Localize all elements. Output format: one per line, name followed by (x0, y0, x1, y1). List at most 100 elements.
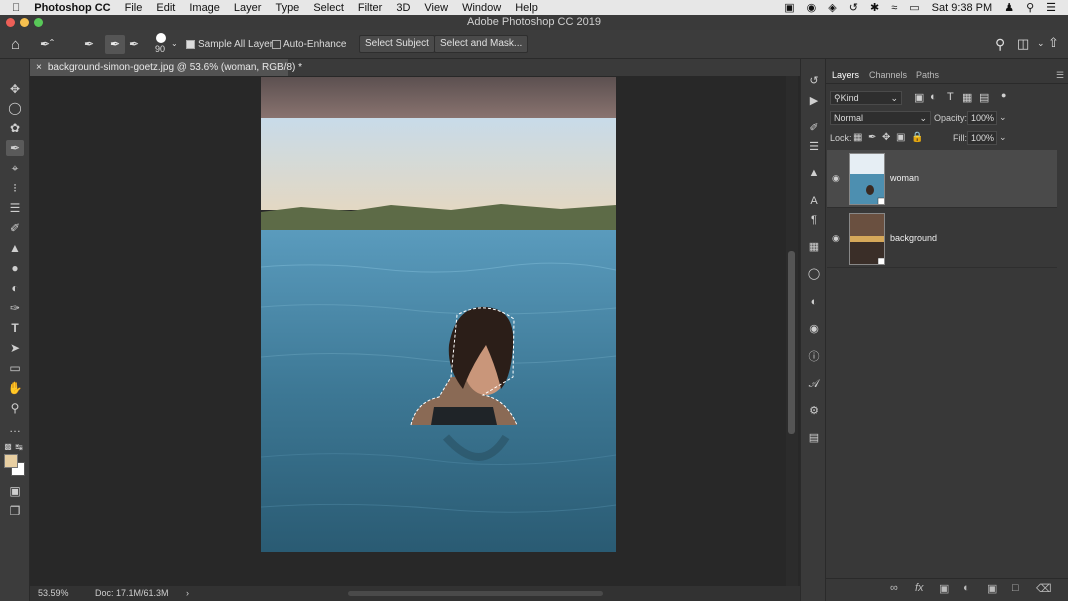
panel-menu-icon[interactable]: ☰ (1056, 70, 1064, 81)
workspace-icon[interactable]: ◫ (1017, 36, 1029, 52)
screen-mode-icon[interactable]: ❐ (6, 503, 24, 519)
tool-preset-icon[interactable]: ✒ˆ (40, 37, 54, 51)
home-icon[interactable]: ⌂ (11, 36, 20, 53)
share-icon[interactable]: ⇧ (1048, 35, 1059, 51)
zoom-window-icon[interactable] (34, 18, 43, 27)
spotlight-icon[interactable]: ⚲ (1026, 1, 1034, 14)
pen-icon[interactable]: ✑ (6, 300, 24, 316)
info-icon[interactable]: ⓘ (807, 350, 821, 364)
add-to-selection-icon[interactable]: ✒ (105, 35, 125, 54)
character-icon[interactable]: A (807, 194, 821, 208)
opacity-input[interactable]: 100% (967, 111, 997, 125)
brush-icon[interactable]: ✐ (6, 220, 24, 236)
menu-help[interactable]: Help (508, 2, 545, 14)
layer-style-icon[interactable]: fx (915, 582, 924, 594)
3d-icon[interactable]: ⚙ (807, 404, 821, 418)
swap-colors-icon[interactable]: ↹ (14, 439, 24, 455)
brushes-icon[interactable]: ✐ (807, 121, 821, 135)
select-and-mask-button[interactable]: Select and Mask... (434, 35, 529, 53)
stamp-icon[interactable]: ▲ (6, 240, 24, 256)
quick-mask-icon[interactable]: ▣ (6, 483, 24, 499)
dodge-icon[interactable]: ◐ (6, 280, 24, 296)
menu-type[interactable]: Type (268, 2, 306, 14)
auto-enhance-label[interactable]: Auto-Enhance (283, 39, 346, 50)
menu-3d[interactable]: 3D (389, 2, 417, 14)
menu-window[interactable]: Window (455, 2, 508, 14)
menu-view[interactable]: View (417, 2, 455, 14)
apple-menu-icon[interactable]:  (0, 2, 27, 14)
adjustments-icon[interactable]: ◐ (807, 295, 821, 309)
quick-selection-icon[interactable]: ✒ (6, 140, 24, 156)
menu-filter[interactable]: Filter (351, 2, 389, 14)
clock[interactable]: Sat 9:38 PM (932, 2, 993, 14)
layer-filter-kind[interactable]: ⚲Kind ⌄ (830, 91, 902, 105)
new-selection-icon[interactable]: ✒ (84, 37, 94, 51)
lock-transparent-icon[interactable]: ▦ (853, 132, 862, 143)
pixel-filter-icon[interactable]: ▣ (914, 91, 924, 104)
table-icon[interactable]: ▦ (807, 240, 821, 254)
close-tab-icon[interactable]: × (36, 62, 42, 73)
hand-icon[interactable]: ✋ (6, 380, 24, 396)
horizontal-scrollbar-thumb[interactable] (348, 591, 603, 596)
type-filter-icon[interactable]: T (947, 91, 954, 103)
properties-icon[interactable]: ▤ (807, 431, 821, 445)
menu-edit[interactable]: Edit (149, 2, 182, 14)
crop-icon[interactable]: ⌖ (6, 160, 24, 176)
menu-layer[interactable]: Layer (227, 2, 269, 14)
brush-size[interactable]: 90 (155, 44, 165, 54)
workspace-dropdown-icon[interactable]: ⌄ (1037, 38, 1045, 49)
delete-layer-icon[interactable]: ⌫ (1036, 582, 1052, 595)
fill-dropdown-icon[interactable]: ⌄ (999, 132, 1007, 143)
lock-artboard-icon[interactable]: ▣ (896, 132, 905, 143)
lock-image-icon[interactable]: ✒ (868, 132, 876, 143)
lock-position-icon[interactable]: ✥ (882, 132, 890, 143)
brush-settings-icon[interactable]: ☰ (807, 140, 821, 154)
creative-cloud-icon[interactable]: ◉ (807, 1, 817, 14)
default-colors-icon[interactable]: ▩ (3, 439, 13, 455)
subtract-from-selection-icon[interactable]: ✒ (129, 37, 139, 51)
glyphs-icon[interactable]: 𝒜 (807, 377, 821, 391)
layer-row-woman[interactable]: ◉ woman (827, 150, 1057, 208)
eyedropper-icon[interactable]: ⁝ (6, 180, 24, 196)
search-icon[interactable]: ⚲ (995, 36, 1005, 53)
close-window-icon[interactable] (6, 18, 15, 27)
document-image[interactable] (261, 77, 616, 552)
tab-paths[interactable]: Paths (916, 70, 939, 80)
layer-name[interactable]: woman (890, 173, 919, 183)
sample-all-layers-label[interactable]: Sample All Layers (198, 39, 278, 50)
zoom-level[interactable]: 53.59% (38, 586, 69, 601)
screen-record-icon[interactable]: ▣ (784, 1, 794, 14)
visibility-eye-icon[interactable]: ◉ (832, 173, 840, 184)
smart-object-filter-icon[interactable]: ▤ (979, 91, 989, 104)
wifi-icon[interactable]: ≈ (891, 2, 897, 14)
bluetooth-icon[interactable]: ✱ (870, 1, 879, 14)
new-group-icon[interactable]: ▣ (987, 582, 997, 595)
notification-center-icon[interactable]: ☰ (1046, 1, 1056, 14)
brush-dropdown-icon[interactable]: ⌄ (171, 39, 178, 48)
more-icon[interactable]: … (6, 420, 24, 436)
foreground-color-swatch[interactable] (4, 454, 18, 468)
new-adjustment-layer-icon[interactable]: ◐ (963, 582, 970, 594)
paragraph-icon[interactable]: ¶ (807, 213, 821, 227)
lock-all-icon[interactable]: 🔒 (911, 132, 923, 143)
lasso-icon[interactable]: ✿ (6, 120, 24, 136)
link-layers-icon[interactable]: ∞ (890, 582, 898, 594)
filter-toggle-icon[interactable]: ● (1001, 90, 1006, 100)
new-layer-icon[interactable]: □ (1012, 582, 1019, 594)
shape-filter-icon[interactable]: ▦ (962, 91, 972, 104)
adjustment-filter-icon[interactable]: ◐ (930, 91, 937, 103)
tab-channels[interactable]: Channels (869, 70, 907, 80)
sample-all-layers-checkbox[interactable] (186, 40, 195, 49)
move-icon[interactable]: ✥ (6, 81, 24, 97)
airplay-icon[interactable]: ▭ (909, 1, 919, 14)
healing-icon[interactable]: ☰ (6, 200, 24, 216)
menu-file[interactable]: File (118, 2, 150, 14)
auto-enhance-checkbox[interactable] (272, 40, 281, 49)
learn-icon[interactable]: ◯ (807, 267, 821, 281)
history-icon[interactable]: ↺ (807, 74, 821, 88)
type-icon[interactable]: T (6, 320, 24, 336)
brush-tip-icon[interactable] (156, 33, 166, 43)
tab-layers[interactable]: Layers (832, 70, 859, 80)
app-menu[interactable]: Photoshop CC (27, 2, 117, 14)
blur-icon[interactable]: ● (6, 260, 24, 276)
